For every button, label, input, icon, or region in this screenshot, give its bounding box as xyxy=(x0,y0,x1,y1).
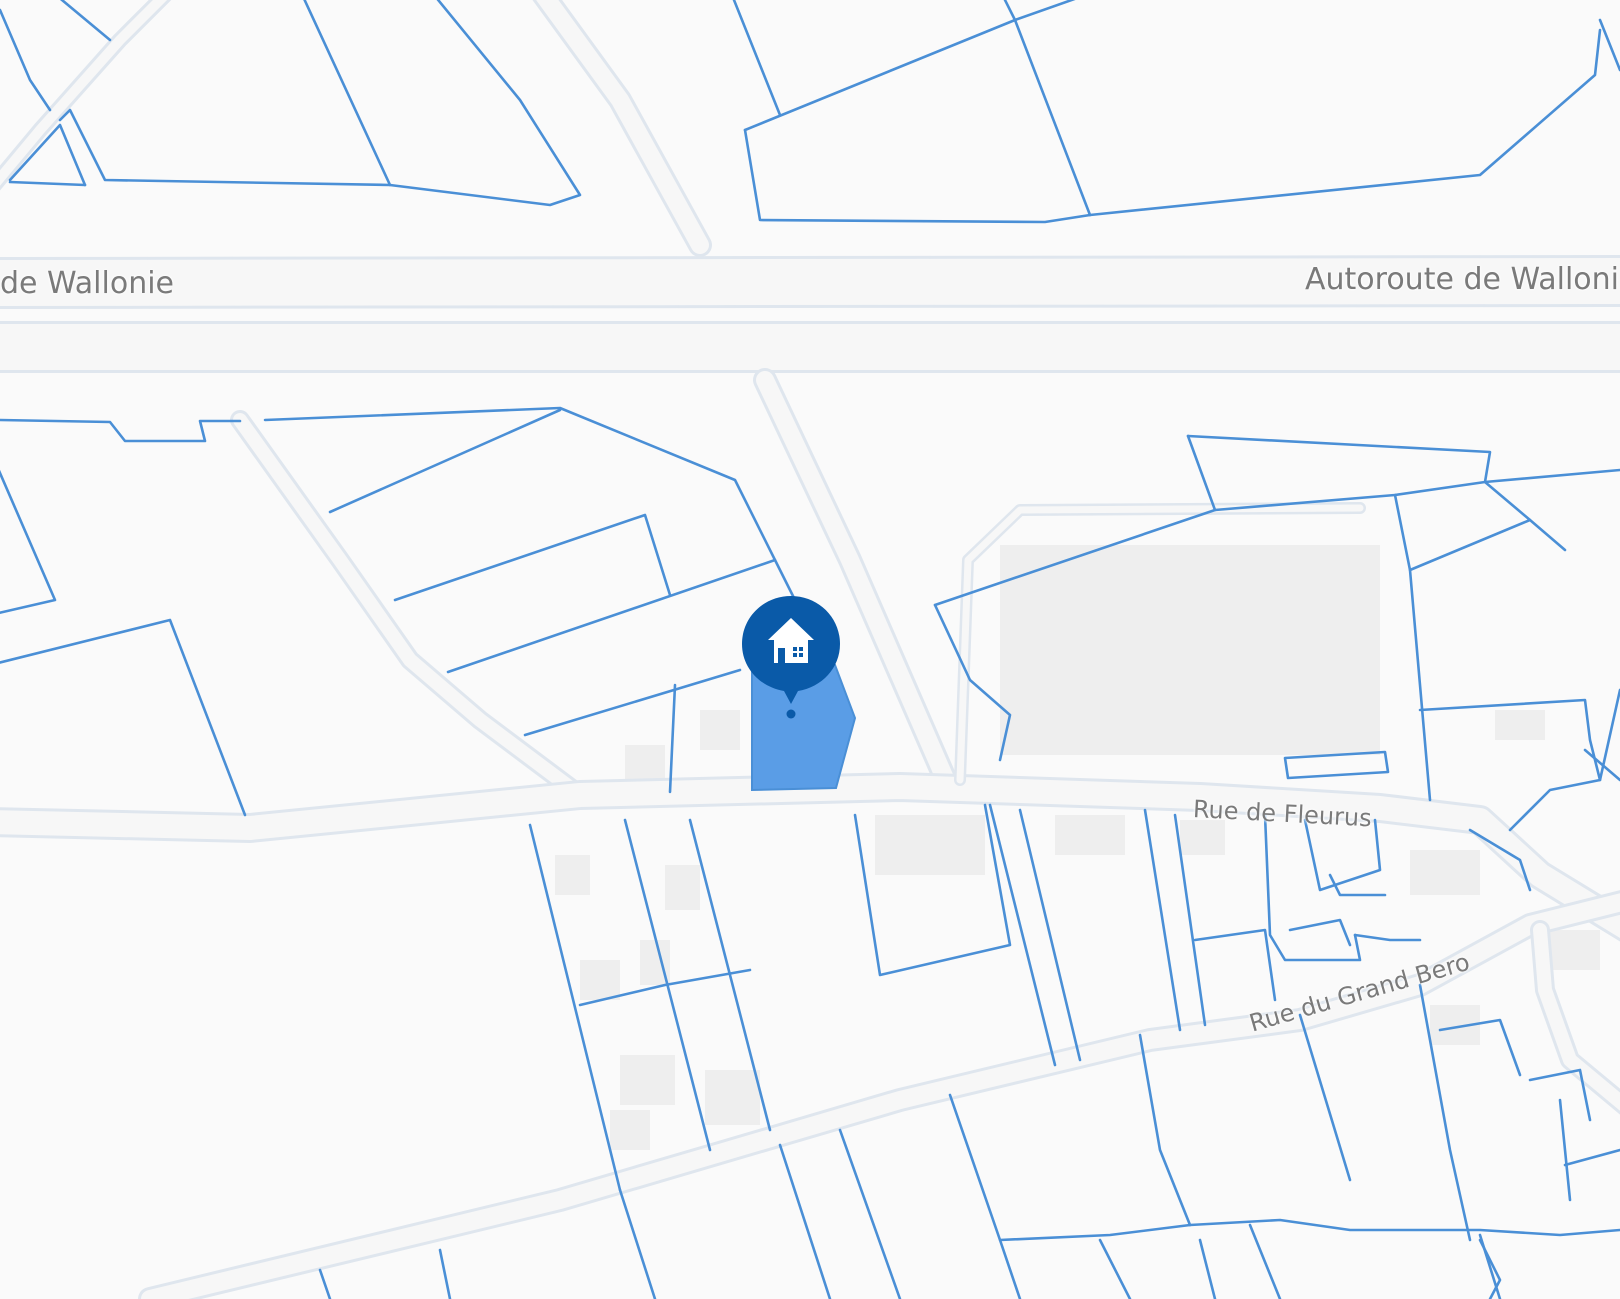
property-marker[interactable] xyxy=(740,594,842,724)
road-label-motorway-right: Autoroute de Walloni xyxy=(1305,262,1619,297)
map-canvas[interactable]: de Wallonie Autoroute de Walloni Rue de … xyxy=(0,0,1620,1299)
road-label-motorway-left: de Wallonie xyxy=(0,266,174,301)
house-icon xyxy=(742,596,840,719)
